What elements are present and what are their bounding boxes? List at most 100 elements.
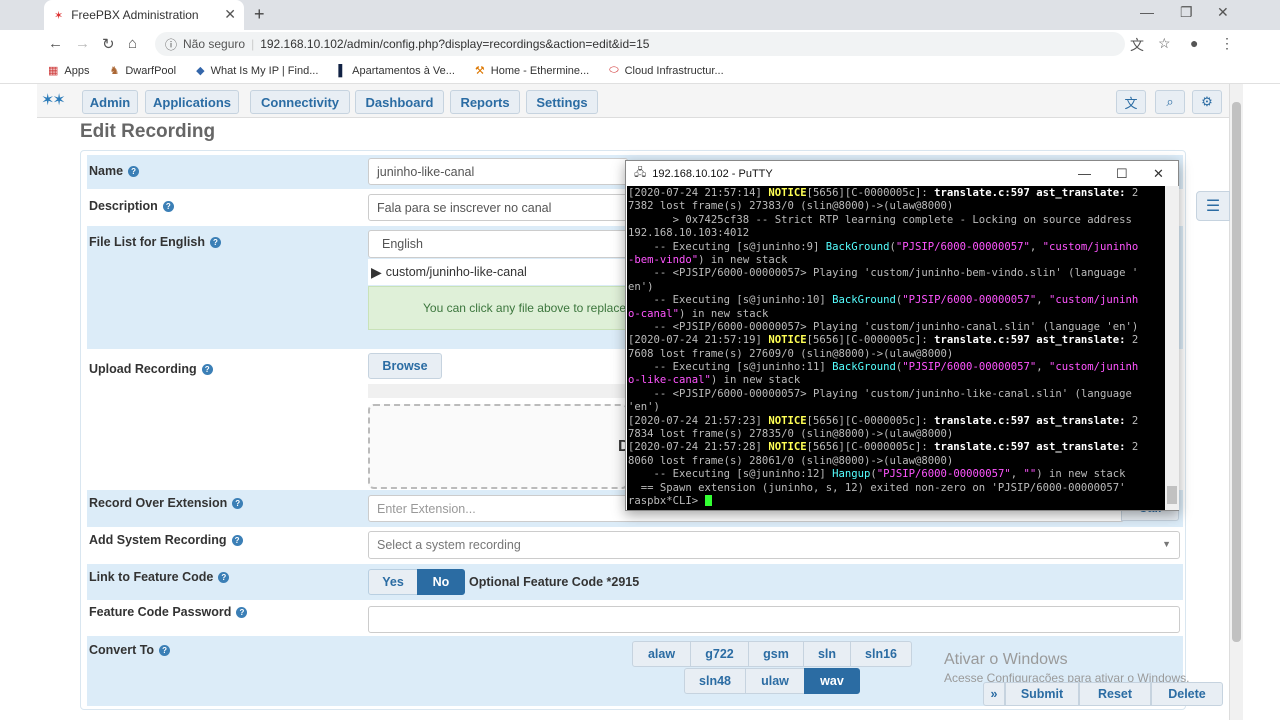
freepbx-logo-icon[interactable]: ✶✶ [41, 90, 66, 110]
close-window-icon[interactable]: ✕ [1217, 4, 1229, 21]
name-input[interactable]: juninho-like-canal [368, 158, 628, 185]
description-input[interactable]: Fala para se inscrever no canal [368, 194, 628, 221]
file-hint-box: You can click any file above to replace [368, 286, 628, 330]
chevron-down-icon: ▼ [1162, 539, 1171, 549]
feature-code-yes[interactable]: Yes [368, 569, 418, 595]
menu-reports[interactable]: Reports [450, 90, 520, 114]
terminal-line: 8060 lost frame(s) 28061/0 (slin@8000)->… [628, 454, 954, 467]
help-icon[interactable]: ? [201, 364, 213, 376]
system-recording-select[interactable]: Select a system recording ▼ [368, 531, 1180, 559]
terminal-line: o-canal") in new stack [628, 307, 769, 320]
terminal-line: -- Executing [s@juninho:10] BackGround("… [628, 294, 1139, 307]
bookmark-apartamentos[interactable]: ▌ Apartamentos à Ve... [338, 65, 455, 77]
restore-icon[interactable]: ❐ [1180, 4, 1193, 21]
convert-sln16[interactable]: sln16 [850, 641, 912, 667]
browser-tab[interactable]: ✶ FreePBX Administration ✕ [44, 0, 244, 30]
help-icon[interactable]: ? [159, 645, 171, 657]
gear-icon[interactable]: ⚙ [1192, 90, 1222, 114]
terminal-line: -- Executing [s@juninho:11] BackGround("… [628, 361, 1139, 374]
expand-actions-icon[interactable]: » [983, 682, 1005, 706]
new-tab-icon[interactable]: + [254, 4, 265, 25]
terminal-line: -bem-vindo") in new stack [628, 253, 788, 266]
minimize-icon[interactable]: — [1140, 4, 1154, 20]
url-text: 192.168.10.102/admin/config.php?display=… [260, 37, 650, 51]
putty-minimize-icon[interactable]: — [1078, 166, 1091, 181]
bookmark-dwarfpool[interactable]: ♞ DwarfPool [109, 64, 176, 78]
convert-ulaw[interactable]: ulaw [745, 668, 805, 694]
help-icon[interactable]: ? [232, 498, 244, 510]
list-toggle-icon[interactable]: ☰ [1196, 191, 1230, 221]
convert-gsm[interactable]: gsm [748, 641, 804, 667]
terminal-line: [2020-07-24 21:57:28] NOTICE[5656][C-000… [628, 441, 1139, 454]
menu-icon[interactable]: ⋮ [1220, 35, 1234, 52]
putty-window[interactable]: 🖧 192.168.10.102 - PuTTY — ☐ ✕ [2020-07-… [625, 160, 1179, 511]
menu-dashboard[interactable]: Dashboard [355, 90, 444, 114]
forward-icon[interactable]: → [75, 35, 90, 52]
terminal-line: en') [628, 280, 654, 293]
windows-watermark-title: Ativar o Windows [944, 651, 1068, 668]
menu-connectivity[interactable]: Connectivity [250, 90, 350, 114]
convert-g722[interactable]: g722 [690, 641, 749, 667]
terminal-line: [2020-07-24 21:57:19] NOTICE[5656][C-000… [628, 334, 1139, 347]
putty-scrollbar[interactable] [1165, 186, 1179, 510]
play-icon[interactable]: ▶ [371, 264, 382, 281]
menu-admin[interactable]: Admin [82, 90, 138, 114]
page-scrollbar[interactable] [1229, 84, 1243, 720]
convert-alaw[interactable]: alaw [632, 641, 691, 667]
reload-icon[interactable]: ↻ [102, 35, 115, 53]
fc-password-label: Feature Code Password? [89, 605, 248, 619]
right-margin [1243, 84, 1280, 720]
help-icon[interactable]: ? [209, 237, 221, 249]
browse-button[interactable]: Browse [368, 353, 442, 379]
browser-toolbar: ← → ↻ ⌂ ⓘ Não seguro | 192.168.10.102/ad… [0, 30, 1280, 58]
putty-titlebar[interactable]: 🖧 192.168.10.102 - PuTTY — ☐ ✕ [626, 161, 1178, 186]
convert-wav[interactable]: wav [804, 668, 860, 694]
close-tab-icon[interactable]: ✕ [224, 6, 236, 23]
terminal-line: > 0x7425cf38 -- Strict RTP learning comp… [628, 213, 1132, 226]
translate-icon[interactable]: ⽂ [1130, 35, 1144, 55]
search-icon[interactable]: ⌕ [1155, 90, 1185, 114]
convert-sln[interactable]: sln [803, 641, 851, 667]
whatismyip-icon: ◆ [196, 65, 205, 77]
freepbx-favicon-icon: ✶ [54, 9, 64, 22]
help-icon[interactable]: ? [218, 572, 230, 584]
help-icon[interactable]: ? [231, 535, 243, 547]
profile-icon[interactable]: ● [1190, 35, 1198, 51]
putty-scrollbar-thumb[interactable] [1167, 486, 1177, 504]
file-list-item[interactable]: ▶ custom/juninho-like-canal [368, 259, 628, 285]
bookmark-cloud[interactable]: ⬭ Cloud Infrastructur... [609, 64, 723, 77]
convert-sln48[interactable]: sln48 [684, 668, 746, 694]
terminal-line: [2020-07-24 21:57:23] NOTICE[5656][C-000… [628, 414, 1139, 427]
bookmark-star-icon[interactable]: ☆ [1158, 35, 1171, 52]
back-icon[interactable]: ← [48, 35, 63, 52]
bookmarks-bar: ▦ Apps ♞ DwarfPool ◆ What Is My IP | Find..… [0, 58, 1280, 84]
address-bar[interactable]: ⓘ Não seguro | 192.168.10.102/admin/conf… [155, 32, 1125, 56]
bookmark-ethermine[interactable]: ⚒ Home - Ethermine... [475, 64, 589, 78]
fc-password-input[interactable] [368, 606, 1180, 633]
help-icon[interactable]: ? [162, 201, 174, 213]
language-icon[interactable]: ⽂ [1116, 90, 1146, 114]
help-icon[interactable]: ? [128, 166, 140, 178]
submit-button[interactable]: Submit [1005, 682, 1079, 706]
reset-button[interactable]: Reset [1079, 682, 1151, 706]
page-scrollbar-thumb[interactable] [1232, 102, 1241, 642]
putty-title: 192.168.10.102 - PuTTY [652, 167, 773, 180]
tab-title: FreePBX Administration [71, 8, 199, 22]
putty-maximize-icon[interactable]: ☐ [1116, 166, 1128, 182]
drop-zone[interactable]: D [368, 404, 630, 489]
bookmark-whatismyip[interactable]: ◆ What Is My IP | Find... [196, 64, 318, 78]
filelist-label: File List for English? [89, 235, 221, 249]
feature-code-no[interactable]: No [417, 569, 465, 595]
bookmark-apps[interactable]: ▦ Apps [48, 64, 89, 78]
home-icon[interactable]: ⌂ [128, 35, 137, 52]
putty-close-icon[interactable]: ✕ [1153, 166, 1164, 182]
delete-button[interactable]: Delete [1151, 682, 1223, 706]
menu-applications[interactable]: Applications [145, 90, 239, 114]
description-label: Description? [89, 199, 174, 213]
info-icon[interactable]: ⓘ [165, 36, 177, 53]
menu-settings[interactable]: Settings [526, 90, 598, 114]
terminal-line: -- <PJSIP/6000-00000057> Playing 'custom… [628, 267, 1139, 280]
language-select[interactable]: English [368, 230, 628, 258]
putty-terminal[interactable]: [2020-07-24 21:57:14] NOTICE[5656][C-000… [627, 186, 1165, 510]
help-icon[interactable]: ? [236, 607, 248, 619]
